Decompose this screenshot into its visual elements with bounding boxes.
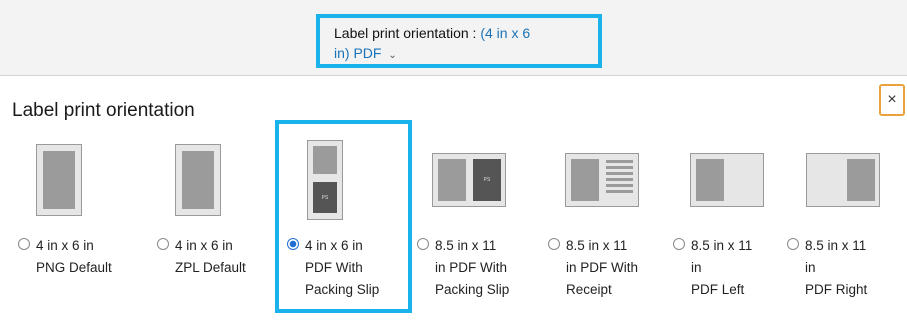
landscape-right-icon [806, 140, 880, 220]
radio-letter-pdf-receipt[interactable] [548, 238, 560, 250]
landscape-left-icon [690, 140, 764, 220]
option-label-line: 4 in x 6 in [36, 238, 94, 253]
portrait-label-icon [36, 140, 82, 220]
portrait-label-icon [175, 140, 221, 220]
radio-letter-pdf-packing-slip[interactable] [417, 238, 429, 250]
option-label-line: in PDF With [435, 260, 508, 275]
dropdown-prefix: Label print orientation : [334, 25, 477, 41]
dropdown-value-2: in) PDF [334, 45, 382, 61]
dropdown-value-1: (4 in x 6 [480, 25, 531, 41]
top-bar: Label print orientation : (4 in x 6 in) … [0, 0, 907, 76]
option-label-line: Receipt [566, 282, 612, 297]
radio-png-default[interactable] [18, 238, 30, 250]
option-label-line: 4 in x 6 in [175, 238, 233, 253]
option-label-line: PNG Default [36, 260, 112, 275]
radio-letter-pdf-left[interactable] [673, 238, 685, 250]
option-label-line: Packing Slip [305, 282, 380, 297]
packing-slip-marker: PS [313, 182, 337, 213]
option-label-line: 8.5 in x 11 [566, 238, 628, 253]
radio-zpl-default[interactable] [157, 238, 169, 250]
chevron-down-icon: ⌄ [388, 50, 397, 61]
option-label-line: in PDF With [566, 260, 639, 275]
option-label-line: 4 in x 6 in [305, 238, 363, 253]
panel-title: Label print orientation [12, 100, 195, 121]
option-label-line: 8.5 in x 11 [691, 238, 753, 253]
packing-slip-marker: PS [473, 159, 501, 201]
option-label-line: Packing Slip [435, 282, 510, 297]
label-orientation-dropdown[interactable]: Label print orientation : (4 in x 6 in) … [316, 14, 602, 68]
option-label-line: 8.5 in x 11 [805, 238, 867, 253]
close-button[interactable]: × [879, 84, 905, 116]
option-label-line: 8.5 in x 11 [435, 238, 497, 253]
option-label-line: PDF With [305, 260, 363, 275]
radio-4x6-pdf-packing-slip[interactable] [287, 238, 299, 250]
landscape-packing-slip-icon: PS [432, 140, 506, 220]
radio-letter-pdf-right[interactable] [787, 238, 799, 250]
option-label-line: PDF Right [805, 282, 868, 297]
portrait-packing-slip-icon: PS [307, 140, 343, 220]
option-label-line: ZPL Default [175, 260, 246, 275]
option-label-line: PDF Left [691, 282, 745, 297]
option-label-line: in [691, 260, 702, 275]
landscape-receipt-icon [565, 140, 639, 220]
option-label-line: in [805, 260, 816, 275]
